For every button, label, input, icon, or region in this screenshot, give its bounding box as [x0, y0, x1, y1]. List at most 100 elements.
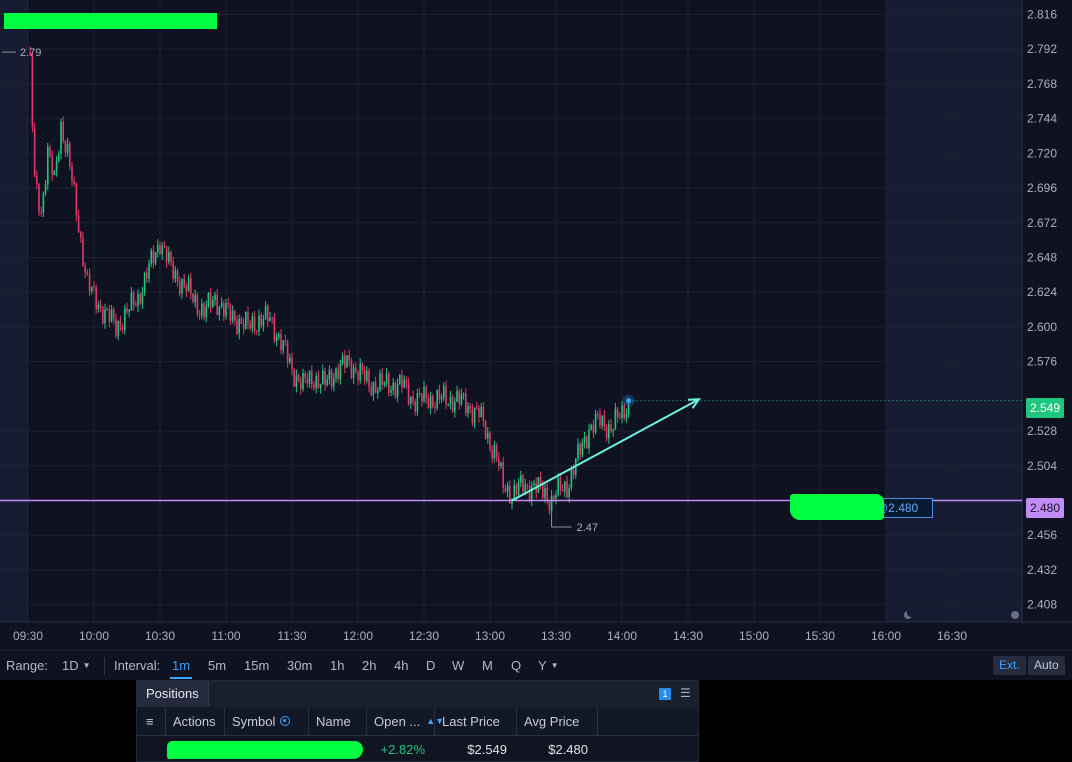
candle-body	[53, 170, 56, 176]
candle-body	[238, 318, 240, 334]
y-axis-tick-label: 2.432	[1027, 563, 1057, 577]
candle-body	[561, 489, 564, 492]
interval-y-selector[interactable]: Y ▼	[538, 658, 559, 673]
column-header-last-price[interactable]: Last Price	[435, 707, 517, 735]
column-header-name[interactable]: Name	[309, 707, 367, 735]
candle-body	[212, 299, 214, 308]
candle-body	[458, 390, 460, 405]
y-axis-tick-label: 2.504	[1027, 459, 1057, 473]
interval-1h[interactable]: 1h	[330, 658, 344, 673]
price-chart-area[interactable]: 09:30 10:00 10:30 11:00 11:30 12:00 12:30 13:00…	[0, 0, 1072, 650]
candle-body	[300, 381, 302, 390]
candle-body	[341, 355, 344, 364]
candle-body	[522, 475, 524, 492]
candle-body	[163, 245, 166, 247]
candle-body	[165, 246, 168, 263]
candle-body	[282, 340, 284, 351]
candle-body	[80, 232, 82, 238]
candle-body	[564, 481, 566, 492]
candle-body	[566, 481, 568, 498]
candle-body	[385, 373, 388, 383]
interval-15m[interactable]: 15m	[244, 658, 269, 673]
candle-body	[460, 394, 463, 405]
x-axis-tick-label: 11:30	[277, 629, 306, 643]
y-axis-tick-label: 2.672	[1027, 216, 1057, 230]
column-header-avg-price[interactable]: Avg Price	[517, 707, 598, 735]
candle-body	[227, 303, 229, 305]
candle-body	[478, 407, 480, 417]
positions-count-badge: 1	[659, 688, 671, 700]
candle-body	[86, 272, 89, 274]
candle-body	[339, 363, 342, 380]
interval-d[interactable]: D	[426, 658, 435, 673]
candle-body	[172, 261, 174, 279]
interval-w[interactable]: W	[452, 658, 464, 673]
candle-body	[150, 250, 152, 264]
low-price-label: 2.47	[577, 522, 598, 534]
x-axis-tick-label: 16:00	[871, 629, 901, 643]
interval-30m[interactable]: 30m	[287, 658, 312, 673]
candle-body	[348, 355, 350, 361]
auto-scale-toggle[interactable]: Auto	[1028, 656, 1065, 675]
candle-body	[350, 360, 353, 379]
candle-body	[467, 406, 469, 414]
candle-body	[88, 273, 91, 291]
table-row[interactable]: +2.82% $2.549 $2.480	[137, 736, 698, 762]
interval-5m[interactable]: 5m	[208, 658, 226, 673]
candle-body	[306, 378, 309, 384]
avg-price-value: $2.480	[548, 741, 588, 757]
moon-icon-cutout	[907, 609, 915, 617]
candle-body	[557, 477, 559, 495]
candlestick-chart[interactable]: 09:30 10:00 10:30 11:00 11:30 12:00 12:30 13:00…	[0, 0, 1072, 650]
tab-positions[interactable]: Positions	[137, 681, 209, 707]
candle-body	[71, 166, 73, 182]
candle-body	[623, 405, 625, 419]
candle-body	[559, 477, 562, 490]
candle-body	[137, 294, 139, 307]
interval-m[interactable]: M	[482, 658, 493, 673]
candle-body	[190, 277, 192, 294]
y-axis-tick-label: 2.696	[1027, 181, 1057, 195]
candle-body	[234, 311, 236, 321]
candle-body	[203, 303, 205, 318]
candle-body	[401, 375, 403, 388]
candle-body	[520, 475, 522, 483]
candle-body	[311, 370, 313, 385]
list-view-icon[interactable]: ☰	[680, 686, 691, 700]
positions-panel: Positions 1 ☰ ≡ Actions Symbol Name Open…	[136, 680, 699, 762]
x-axis-tick-label: 15:00	[739, 629, 769, 643]
candle-body	[517, 482, 520, 496]
column-header-actions[interactable]: Actions	[166, 707, 225, 735]
x-axis-tick-label: 14:30	[673, 629, 703, 643]
high-price-label: 2.79	[20, 47, 41, 59]
candle-body	[434, 407, 436, 409]
candle-body	[363, 370, 366, 381]
interval-4h[interactable]: 4h	[394, 658, 408, 673]
range-selector[interactable]: 1D ▼	[62, 658, 91, 673]
extended-hours-toggle[interactable]: Ext.	[993, 656, 1026, 675]
candle-body	[108, 309, 111, 322]
candle-body	[93, 286, 95, 288]
candle-body	[366, 370, 368, 381]
interval-q[interactable]: Q	[511, 658, 521, 673]
candle-body	[480, 406, 482, 417]
candle-body	[291, 357, 293, 370]
column-header-symbol[interactable]: Symbol	[225, 707, 309, 735]
y-axis-tick-label: 2.720	[1027, 146, 1057, 160]
candle-body	[586, 436, 588, 449]
candle-body	[381, 373, 383, 385]
candle-body	[379, 373, 381, 391]
candle-body	[539, 477, 542, 484]
positions-table-header: ≡ Actions Symbol Name Open ... ▲▼ Last Pr…	[137, 707, 698, 736]
last-price-badge: 2.549	[1026, 398, 1064, 418]
column-header-open-pl[interactable]: Open ... ▲▼	[367, 707, 444, 735]
interval-1m[interactable]: 1m	[169, 658, 193, 679]
candle-body	[407, 383, 410, 404]
candle-body	[370, 387, 372, 395]
candle-body	[322, 370, 324, 385]
candle-body	[333, 378, 335, 387]
column-menu-icon[interactable]: ≡	[137, 707, 166, 735]
interval-label: Interval:	[114, 658, 161, 673]
interval-2h[interactable]: 2h	[362, 658, 376, 673]
candle-body	[275, 337, 278, 342]
